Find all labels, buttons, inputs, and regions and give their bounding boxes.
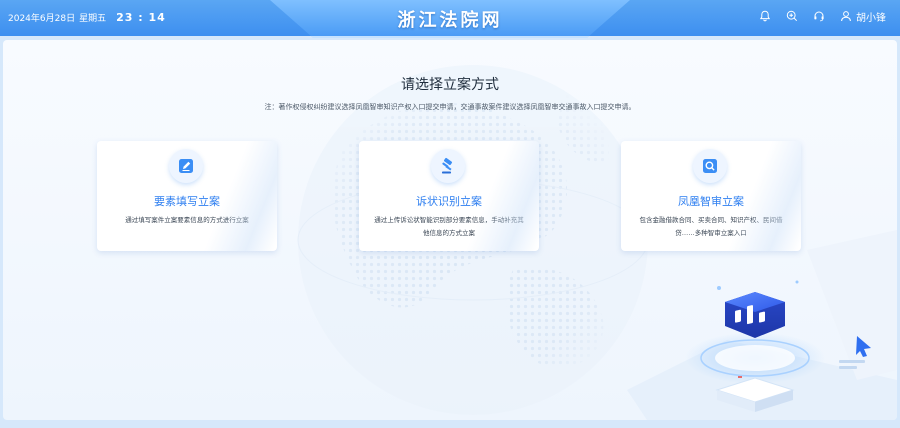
card-complaint-recognition[interactable]: 诉状识别立案 通过上传诉讼状智能识别部分要素信息，手动补充其他信息的方式立案 bbox=[359, 141, 539, 251]
cube-illustration bbox=[627, 230, 897, 420]
weekday-text: 星期五 bbox=[79, 14, 107, 24]
card-title: 凤凰智审立案 bbox=[678, 195, 744, 208]
gavel-icon bbox=[431, 149, 465, 183]
card-description: 通过填写案件立案要素信息的方式进行立案 bbox=[125, 216, 249, 224]
header-toolbar: 胡小锋 bbox=[757, 8, 886, 24]
bell-icon[interactable] bbox=[757, 8, 773, 24]
card-phoenix-smart-trial[interactable]: 凤凰智审立案 包含金融借款合同、买卖合同、知识产权、民间借贷……多种智审立案入口 bbox=[621, 141, 801, 251]
card-description: 通过上传诉讼状智能识别部分要素信息，手动补充其他信息的方式立案 bbox=[374, 216, 524, 237]
notice-text: 注：著作权侵权纠纷建议选择凤凰智审知识产权入口提交申请，交通事故案件建议选择凤凰… bbox=[264, 103, 636, 111]
card-title: 诉状识别立案 bbox=[416, 195, 482, 208]
edit-icon bbox=[169, 149, 203, 183]
zoom-in-icon[interactable] bbox=[784, 8, 800, 24]
user-menu[interactable]: 胡小锋 bbox=[838, 8, 886, 24]
card-element-filing[interactable]: 要素填写立案 通过填写案件立案要素信息的方式进行立案 bbox=[97, 141, 277, 251]
clock-text: 23 : 14 bbox=[116, 11, 166, 24]
username: 胡小锋 bbox=[856, 12, 886, 24]
datetime: 2024年6月28日 星期五 23 : 14 bbox=[8, 11, 166, 24]
user-icon bbox=[838, 8, 854, 24]
search-icon bbox=[693, 149, 727, 183]
top-header: 浙江法院网 2024年6月28日 星期五 23 : 14 胡小锋 bbox=[0, 0, 900, 38]
headset-icon[interactable] bbox=[811, 8, 827, 24]
page-heading: 请选择立案方式 bbox=[401, 77, 499, 93]
card-title: 要素填写立案 bbox=[154, 195, 220, 208]
date-text: 2024年6月28日 bbox=[8, 14, 76, 24]
main-panel: 请选择立案方式 注：著作权侵权纠纷建议选择凤凰智审知识产权入口提交申请，交通事故… bbox=[3, 40, 897, 420]
card-description: 包含金融借款合同、买卖合同、知识产权、民间借贷……多种智审立案入口 bbox=[639, 216, 783, 237]
